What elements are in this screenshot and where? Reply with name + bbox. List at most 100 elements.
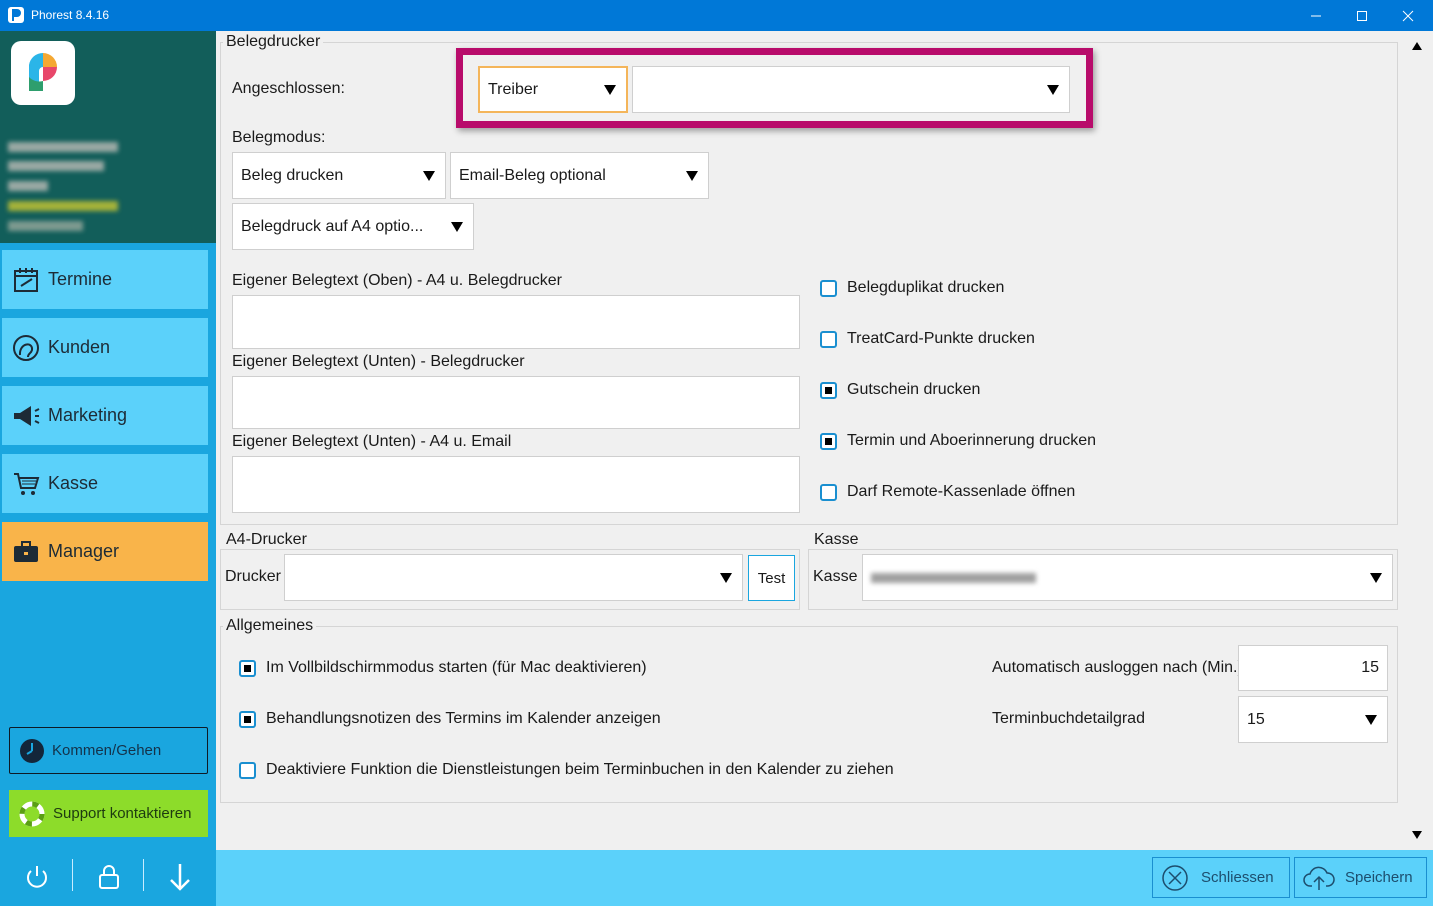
dropdown-arrow-icon [686, 170, 698, 181]
close-button-label: Schliessen [1201, 869, 1274, 886]
test-label: Test [757, 569, 786, 587]
auto-logout-label: Automatisch ausloggen nach (Min.) [992, 659, 1243, 676]
phorest-logo [11, 41, 75, 105]
blurred-user-info [8, 221, 83, 231]
gutschein-checkbox[interactable] [820, 382, 837, 399]
nav-label: Kasse [48, 473, 99, 493]
blurred-user-name [8, 142, 118, 152]
profile-icon [10, 332, 42, 364]
kommen-gehen-label: Kommen/Gehen [52, 742, 162, 759]
maximize-button[interactable] [1339, 0, 1385, 31]
footer-bar: Schliessen Speichern [216, 850, 1433, 906]
power-button[interactable] [17, 859, 57, 895]
nav-label: Marketing [48, 405, 128, 425]
scroll-up-icon [1412, 42, 1422, 50]
scroll-down-icon [1412, 831, 1422, 839]
treatcard-label: TreatCard-Punkte drucken [847, 330, 1035, 347]
belegmodus-select[interactable]: Beleg drucken [232, 152, 446, 199]
nav-label: Kunden [48, 337, 111, 357]
settings-panel: Belegdrucker Angeschlossen: Treiber Bele… [216, 31, 1433, 850]
test-print-button[interactable]: Test [748, 555, 795, 601]
drag-services-label: Deaktiviere Funktion die Dienstleistunge… [266, 761, 894, 778]
treatcard-checkbox[interactable] [820, 331, 837, 348]
nav-item-manager[interactable]: Manager [2, 522, 208, 581]
minimize-button[interactable] [1293, 0, 1339, 31]
minimize-icon [1311, 15, 1321, 16]
belegduplikat-checkbox[interactable] [820, 280, 837, 297]
close-window-button[interactable] [1385, 0, 1431, 31]
terminerinnerung-label: Termin und Aboerinnerung drucken [847, 432, 1097, 449]
terminbuch-detail-label: Terminbuchdetailgrad [992, 710, 1145, 727]
sidebar: Termine Kunden Marketing Kasse Manager K… [0, 31, 216, 906]
vollbild-checkbox[interactable] [239, 660, 256, 677]
support-label: Support kontaktieren [53, 805, 192, 822]
save-button-label: Speichern [1345, 869, 1413, 886]
phorest-app-icon [8, 7, 24, 23]
text-unten-email-label: Eigener Belegtext (Unten) - A4 u. Email [232, 433, 512, 450]
power-icon [27, 866, 47, 888]
behandlungsnotizen-label: Behandlungsnotizen des Termins im Kalend… [266, 710, 661, 727]
auto-logout-input[interactable]: 15 [1238, 645, 1388, 691]
belegdrucker-title: Belegdrucker [223, 33, 324, 51]
blurred-user-info [8, 161, 104, 171]
calendar-icon [10, 264, 42, 296]
lifebuoy-icon [19, 801, 45, 826]
briefcase-icon [10, 536, 42, 568]
title-bar: Phorest 8.4.16 [0, 0, 1433, 31]
belegduplikat-label: Belegduplikat drucken [847, 279, 1005, 296]
email-beleg-value: Email-Beleg optional [459, 166, 606, 184]
lock-button[interactable] [89, 859, 129, 895]
auto-logout-value: 15 [1361, 659, 1379, 676]
terminerinnerung-checkbox[interactable] [820, 433, 837, 450]
dropdown-arrow-icon [720, 572, 732, 583]
a4-printer-select[interactable] [284, 554, 743, 601]
angeschlossen-label: Angeschlossen: [232, 80, 345, 97]
belegmodus-value: Beleg drucken [241, 166, 344, 184]
blurred-kasse-name [871, 573, 1036, 583]
allgemeines-title: Allgemeines [223, 617, 317, 635]
drag-services-checkbox[interactable] [239, 762, 256, 779]
email-beleg-select[interactable]: Email-Beleg optional [450, 152, 709, 199]
divider [143, 859, 144, 891]
text-oben-label: Eigener Belegtext (Oben) - A4 u. Belegdr… [232, 272, 562, 289]
divider [72, 859, 73, 891]
drucker-label: Drucker [225, 568, 282, 585]
behandlungsnotizen-checkbox[interactable] [239, 711, 256, 728]
save-button[interactable]: Speichern [1294, 857, 1427, 898]
close-button[interactable]: Schliessen [1152, 857, 1290, 898]
blurred-salon-name [8, 201, 118, 211]
maximize-icon [1357, 10, 1367, 21]
scroll-up-button[interactable] [1408, 37, 1426, 55]
remote-kassenlade-label: Darf Remote-Kassenlade öffnen [847, 483, 1076, 500]
clock-icon [20, 738, 44, 763]
nav-item-termine[interactable]: Termine [2, 250, 208, 309]
vollbild-label: Im Vollbildschirmmodus starten (für Mac … [266, 659, 647, 676]
nav-label: Manager [48, 541, 120, 561]
a4-belegdruck-value: Belegdruck auf A4 optio... [241, 217, 424, 235]
cloud-upload-icon [1303, 866, 1335, 890]
scroll-down-button[interactable] [1408, 826, 1426, 844]
terminbuch-detail-value: 15 [1247, 710, 1265, 728]
arrow-down-icon [170, 864, 190, 891]
kasse-title: Kasse [811, 531, 862, 549]
nav-label: Termine [48, 269, 113, 289]
text-unten-input[interactable] [232, 376, 800, 429]
dropdown-arrow-icon [1365, 714, 1377, 725]
nav-item-kunden[interactable]: Kunden [2, 318, 208, 377]
text-unten-label: Eigener Belegtext (Unten) - Belegdrucker [232, 353, 525, 370]
dropdown-arrow-icon [1370, 572, 1382, 583]
download-button[interactable] [160, 859, 200, 895]
text-oben-input[interactable] [232, 295, 800, 349]
terminbuch-detail-select[interactable]: 15 [1238, 696, 1388, 743]
a4-belegdruck-select[interactable]: Belegdruck auf A4 optio... [232, 203, 474, 250]
text-unten-email-input[interactable] [232, 456, 800, 513]
support-button[interactable]: Support kontaktieren [9, 790, 208, 837]
kasse-select[interactable] [862, 554, 1393, 601]
nav-item-kasse[interactable]: Kasse [2, 454, 208, 513]
kommen-gehen-button[interactable]: Kommen/Gehen [9, 727, 208, 774]
close-icon [1402, 10, 1414, 21]
remote-kassenlade-checkbox[interactable] [820, 484, 837, 501]
nav-item-marketing[interactable]: Marketing [2, 386, 208, 445]
belegmodus-label: Belegmodus: [232, 129, 326, 146]
dropdown-arrow-icon [451, 221, 463, 232]
